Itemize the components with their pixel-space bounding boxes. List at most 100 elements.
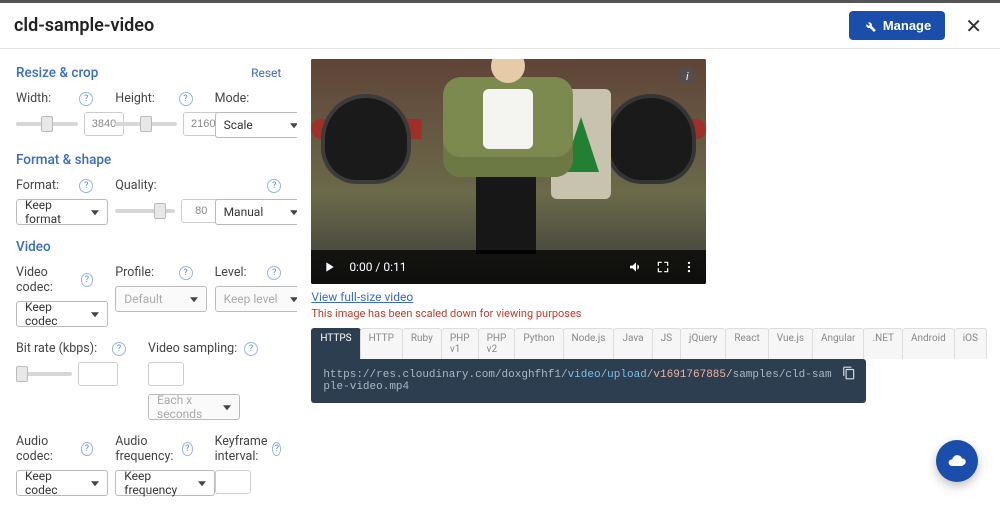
- slider-bitrate[interactable]: [16, 372, 72, 376]
- tab-ruby[interactable]: Ruby: [402, 328, 442, 359]
- code-tabs: HTTPSHTTPRubyPHP v1PHP v2PythonNode.jsJa…: [311, 328, 986, 359]
- label-video-sampling: Video sampling:: [148, 341, 237, 356]
- header-bar: cld-sample-video Manage ✕: [0, 3, 1000, 49]
- copy-icon[interactable]: [842, 366, 856, 384]
- hint-icon[interactable]: ?: [81, 273, 94, 287]
- select-quality-mode[interactable]: Manual: [215, 199, 298, 225]
- input-bitrate[interactable]: [78, 362, 118, 386]
- select-audio-codec[interactable]: Keep codec: [16, 470, 108, 496]
- header-actions: Manage ✕: [849, 11, 986, 40]
- tab-nodejs[interactable]: Node.js: [563, 328, 615, 359]
- hint-icon[interactable]: ?: [81, 442, 94, 456]
- field-width: Width:?: [16, 91, 93, 138]
- video-controls: 0:00 / 0:11: [311, 250, 706, 284]
- page-title: cld-sample-video: [14, 15, 154, 36]
- field-profile: Profile:? Default: [115, 265, 192, 327]
- slider-height[interactable]: [115, 122, 177, 126]
- label-video-codec: Video codec:: [16, 265, 81, 295]
- tab-angular[interactable]: Angular: [812, 328, 864, 359]
- tab-js[interactable]: JS: [652, 328, 681, 359]
- label-level: Level:: [215, 265, 247, 280]
- hint-icon[interactable]: ?: [267, 266, 281, 280]
- manage-button[interactable]: Manage: [849, 11, 945, 40]
- tab-net[interactable]: .NET: [863, 328, 903, 359]
- section-title-video: Video: [16, 239, 51, 255]
- input-video-sampling[interactable]: [148, 362, 184, 386]
- volume-icon[interactable]: [628, 259, 644, 275]
- hint-icon[interactable]: ?: [244, 342, 258, 356]
- select-audio-frequency[interactable]: Keep frequency: [115, 470, 215, 496]
- section-title-format: Format & shape: [16, 152, 111, 168]
- url-output: https://res.cloudinary.com/doxghfhf1/vid…: [311, 359, 866, 403]
- tab-android[interactable]: Android: [902, 328, 955, 359]
- close-icon[interactable]: ✕: [961, 12, 986, 40]
- tab-phpv1[interactable]: PHP v1: [441, 328, 479, 359]
- select-format[interactable]: Keep format: [16, 199, 108, 225]
- field-height: Height:?: [115, 91, 192, 138]
- transform-panel: Resize & crop Reset Width:? Height:? Mod…: [0, 49, 297, 508]
- label-bitrate: Bit rate (kbps):: [16, 341, 97, 356]
- tab-react[interactable]: React: [725, 328, 768, 359]
- label-format: Format:: [16, 178, 59, 193]
- label-profile: Profile:: [115, 265, 154, 280]
- help-fab[interactable]: [936, 440, 978, 482]
- label-audio-frequency: Audio frequency:: [115, 434, 182, 464]
- select-video-codec[interactable]: Keep codec: [16, 301, 108, 327]
- label-height: Height:: [115, 91, 155, 106]
- tab-http[interactable]: HTTP: [360, 328, 403, 359]
- section-video: Video: [16, 239, 281, 255]
- field-video-codec: Video codec:? Keep codec: [16, 265, 93, 327]
- slider-width[interactable]: [16, 122, 78, 126]
- tab-ios[interactable]: iOS: [954, 328, 987, 359]
- input-keyframe-interval[interactable]: [215, 470, 251, 494]
- content-area: Resize & crop Reset Width:? Height:? Mod…: [0, 49, 1000, 508]
- tab-jquery[interactable]: jQuery: [680, 328, 726, 359]
- preview-meta: View full-size video This image has been…: [311, 290, 986, 320]
- hint-icon[interactable]: ?: [179, 266, 193, 280]
- reset-link[interactable]: Reset: [251, 66, 281, 80]
- hint-icon[interactable]: ?: [182, 442, 193, 456]
- tab-python[interactable]: Python: [514, 328, 563, 359]
- kebab-icon[interactable]: [682, 260, 696, 274]
- tab-phpv2[interactable]: PHP v2: [478, 328, 516, 359]
- field-audio-frequency: Audio frequency:? Keep frequency: [115, 434, 192, 496]
- section-title-resize: Resize & crop: [16, 65, 98, 81]
- wrench-icon: [863, 19, 877, 33]
- tab-https[interactable]: HTTPS: [311, 328, 360, 359]
- hint-icon[interactable]: ?: [267, 179, 281, 193]
- field-bitrate: Bit rate (kbps):?: [16, 341, 126, 420]
- select-profile[interactable]: Default: [115, 286, 207, 312]
- hint-icon[interactable]: ?: [79, 92, 93, 106]
- select-level[interactable]: Keep level: [215, 286, 298, 312]
- video-preview[interactable]: i 0:00 / 0:11: [311, 59, 706, 284]
- field-format: Format:? Keep format: [16, 178, 93, 225]
- video-time: 0:00 / 0:11: [349, 260, 406, 274]
- fullscreen-icon[interactable]: [656, 260, 670, 274]
- section-resize-crop: Resize & crop Reset: [16, 65, 281, 81]
- view-full-size-link[interactable]: View full-size video: [311, 290, 413, 304]
- hint-icon[interactable]: ?: [112, 342, 126, 356]
- cloud-icon: [947, 451, 967, 471]
- url-segment-action: video/upload: [568, 369, 647, 381]
- field-keyframe-interval: Keyframe interval:?: [215, 434, 282, 496]
- url-segment-version: v1691767885/: [653, 369, 732, 381]
- field-mode: Mode: Scale: [215, 91, 282, 138]
- tab-java[interactable]: Java: [613, 328, 652, 359]
- select-mode[interactable]: Scale: [215, 112, 298, 138]
- preview-panel: i 0:00 / 0:11 View full-size video: [297, 49, 1000, 508]
- select-video-sampling[interactable]: Each x seconds: [148, 394, 240, 420]
- label-mode: Mode:: [215, 91, 250, 106]
- field-video-sampling: Video sampling:? Each x seconds: [148, 341, 258, 420]
- field-audio-codec: Audio codec:? Keep codec: [16, 434, 93, 496]
- hint-icon[interactable]: ?: [179, 92, 193, 106]
- section-format-shape: Format & shape: [16, 152, 281, 168]
- hint-icon[interactable]: ?: [272, 442, 281, 456]
- field-level: Level:? Keep level: [215, 265, 282, 327]
- field-quality-mode: ? Manual: [215, 178, 282, 225]
- tab-vuejs[interactable]: Vue.js: [768, 328, 813, 359]
- slider-quality[interactable]: [115, 209, 175, 213]
- play-icon[interactable]: [321, 259, 337, 275]
- hint-icon[interactable]: ?: [79, 179, 93, 193]
- scaled-note: This image has been scaled down for view…: [311, 307, 986, 320]
- label-quality: Quality:: [115, 178, 156, 193]
